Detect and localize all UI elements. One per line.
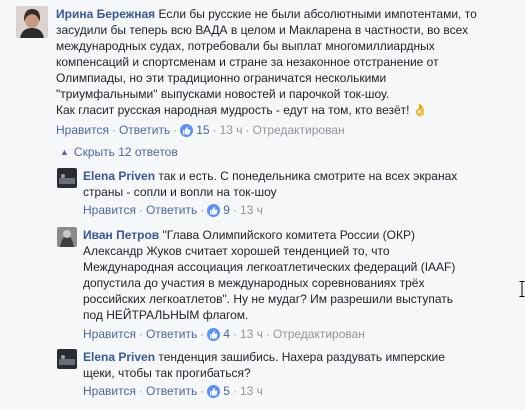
comment-text: "триумфальными" выпусками новостей и пар…: [56, 87, 390, 101]
comment-text: засудили бы теперь всю ВАДА в целом и Ма…: [56, 23, 469, 37]
comment-actions: Нравится · Ответить · 15 · 13 ч · Отреда…: [56, 122, 345, 138]
comment-text: страны - сопли и вопли на ток-шоу: [83, 185, 277, 199]
comment-actions: Нравится · Ответить · 4 · 13 ч · Отредак…: [83, 326, 365, 342]
timestamp[interactable]: 13 ч: [240, 384, 263, 398]
avatar[interactable]: [57, 349, 77, 369]
separator: ·: [138, 327, 143, 341]
reply-link[interactable]: Ответить: [119, 123, 170, 137]
comment-text: Александр Жуков считает хорошей тенденци…: [83, 244, 390, 258]
like-link[interactable]: Нравится: [83, 203, 136, 217]
separator: ·: [111, 123, 116, 137]
comment-text: Международная ассоциация легкоатлетическ…: [83, 260, 456, 274]
comment-line: Иван Петров "Глава Олимпийского комитета…: [83, 227, 513, 243]
timestamp[interactable]: 13 ч: [240, 327, 263, 341]
reply-link[interactable]: Ответить: [146, 203, 197, 217]
like-count[interactable]: 5: [223, 384, 230, 398]
comment-text: тенденция зашибись. Нахера раздувать имп…: [158, 350, 445, 364]
separator: ·: [232, 384, 237, 398]
comment-text: Как гласит русская народная мудрость - е…: [56, 103, 428, 117]
separator: ·: [232, 327, 237, 341]
reply-link[interactable]: Ответить: [146, 327, 197, 341]
edited-label[interactable]: Отредактирован: [273, 327, 365, 341]
comment-text: щеки, чтобы так прогибаться?: [83, 366, 251, 380]
avatar[interactable]: [57, 168, 77, 188]
comment-text: под НЕЙТРАЛЬНЫМ флагом.: [83, 308, 249, 322]
like-link[interactable]: Нравится: [83, 384, 136, 398]
comment-text: "Глава Олимпийского комитета России (ОКР…: [162, 228, 415, 242]
like-link[interactable]: Нравится: [56, 123, 109, 137]
author-name[interactable]: Ирина Бережная: [56, 7, 155, 21]
timestamp[interactable]: 13 ч: [240, 203, 263, 217]
comment-line: Elena Priven тенденция зашибись. Нахера …: [83, 349, 513, 365]
comment-text: Если бы русские не были абсолютными импо…: [158, 7, 477, 21]
author-name[interactable]: Elena Priven: [83, 350, 155, 364]
like-count[interactable]: 9: [223, 203, 230, 217]
thumbs-up-icon[interactable]: [207, 327, 221, 341]
comment-text: российских легкоатлетов". Ну не мудаг? И…: [83, 292, 454, 306]
author-name[interactable]: Elena Priven: [83, 169, 155, 183]
hide-replies-toggle[interactable]: ▲ Скрыть 12 ответов: [60, 145, 178, 159]
separator: ·: [200, 203, 205, 217]
comment-body: Elena Priven так и есть. С понедельника …: [83, 168, 513, 200]
reply-ivan: Иван Петров "Глава Олимпийского комитета…: [57, 227, 517, 345]
comment-text: допустила до участия в международных сор…: [83, 276, 425, 290]
author-name[interactable]: Иван Петров: [83, 228, 159, 242]
comment-line: Elena Priven так и есть. С понедельника …: [83, 168, 513, 184]
separator: ·: [200, 384, 205, 398]
comment-body: Ирина Бережная Если бы русские не были а…: [56, 6, 516, 118]
comment-irina: Ирина Бережная Если бы русские не были а…: [16, 6, 516, 140]
separator: ·: [200, 327, 205, 341]
separator: ·: [232, 203, 237, 217]
avatar[interactable]: [16, 6, 48, 38]
thumbs-up-icon[interactable]: [207, 203, 221, 217]
hide-replies-label: Скрыть 12 ответов: [73, 145, 178, 159]
comment-actions: Нравится · Ответить · 5 · 13 ч: [83, 383, 263, 399]
edited-label[interactable]: Отредактирован: [253, 123, 345, 137]
separator: ·: [212, 123, 217, 137]
comment-text: компенсаций и спортсменам и стране за не…: [56, 55, 439, 69]
reply-elena-2: Elena Priven тенденция зашибись. Нахера …: [57, 349, 517, 401]
comment-text: Олимпиады, но эти традиционно ограничатс…: [56, 71, 387, 85]
avatar[interactable]: [57, 227, 77, 247]
thumbs-up-icon[interactable]: [207, 384, 221, 398]
thumbs-up-icon[interactable]: [180, 123, 194, 137]
comment-body: Иван Петров "Глава Олимпийского комитета…: [83, 227, 513, 323]
comment-actions: Нравится · Ответить · 9 · 13 ч: [83, 202, 263, 218]
reply-link[interactable]: Ответить: [146, 384, 197, 398]
comment-line: Ирина Бережная Если бы русские не были а…: [56, 6, 516, 22]
timestamp[interactable]: 13 ч: [220, 123, 243, 137]
separator: ·: [138, 203, 143, 217]
triangle-up-icon: ▲: [60, 147, 69, 157]
comment-text: международных судах, потребовали бы выпл…: [56, 39, 435, 53]
separator: ·: [138, 384, 143, 398]
separator: ·: [265, 327, 270, 341]
reply-elena-1: Elena Priven так и есть. С понедельника …: [57, 168, 517, 220]
text-cursor-icon: [519, 281, 525, 300]
like-count[interactable]: 15: [196, 123, 209, 137]
comment-text: так и есть. С понедельника смотрите на в…: [158, 169, 458, 183]
comment-body: Elena Priven тенденция зашибись. Нахера …: [83, 349, 513, 381]
like-count[interactable]: 4: [223, 327, 230, 341]
separator: ·: [245, 123, 250, 137]
separator: ·: [173, 123, 178, 137]
like-link[interactable]: Нравится: [83, 327, 136, 341]
avatar[interactable]: [57, 405, 77, 410]
